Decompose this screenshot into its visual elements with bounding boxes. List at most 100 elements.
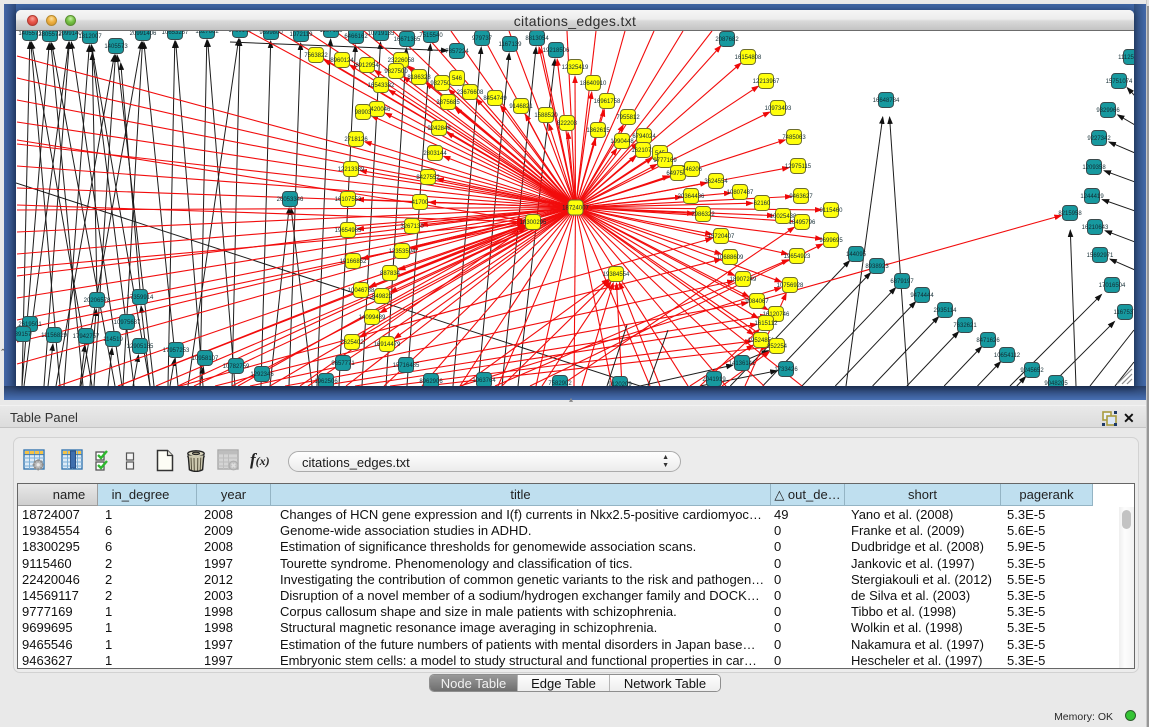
svg-text:144095: 144095 bbox=[846, 252, 867, 258]
svg-text:10782759: 10782759 bbox=[223, 364, 250, 370]
svg-text:19654923: 19654923 bbox=[784, 254, 811, 260]
svg-text:1615112: 1615112 bbox=[755, 321, 779, 327]
svg-text:3624554: 3624554 bbox=[704, 179, 728, 185]
svg-text:62160: 62160 bbox=[754, 201, 771, 207]
svg-text:16210643: 16210643 bbox=[1082, 225, 1109, 231]
svg-text:9245652: 9245652 bbox=[1020, 368, 1044, 374]
svg-text:9115460: 9115460 bbox=[820, 208, 844, 214]
svg-text:10719135: 10719135 bbox=[368, 31, 395, 37]
svg-text:10654112: 10654112 bbox=[994, 353, 1021, 359]
svg-text:16648784: 16648784 bbox=[873, 98, 900, 104]
svg-text:1167537: 1167537 bbox=[1114, 310, 1134, 316]
svg-text:12905185: 12905185 bbox=[127, 344, 154, 350]
svg-text:12353594: 12353594 bbox=[389, 249, 416, 255]
svg-text:11156829: 11156829 bbox=[41, 333, 67, 339]
svg-text:8912954: 8912954 bbox=[355, 63, 379, 69]
svg-text:20364436: 20364436 bbox=[678, 194, 705, 200]
svg-text:849822: 849822 bbox=[372, 294, 393, 300]
svg-text:9657771: 9657771 bbox=[331, 361, 355, 367]
svg-text:1812007: 1812007 bbox=[78, 34, 102, 40]
svg-text:9048205: 9048205 bbox=[1044, 381, 1068, 386]
svg-text:7485063: 7485063 bbox=[782, 135, 806, 141]
svg-text:1621072: 1621072 bbox=[631, 148, 655, 154]
svg-text:7857224: 7857224 bbox=[445, 49, 469, 55]
svg-text:9599800: 9599800 bbox=[259, 31, 283, 36]
svg-text:10046788: 10046788 bbox=[348, 288, 375, 294]
svg-text:9463627: 9463627 bbox=[789, 194, 813, 200]
svg-text:1063764: 1063764 bbox=[472, 378, 496, 384]
svg-text:15716485: 15716485 bbox=[393, 363, 420, 369]
svg-text:8215958: 8215958 bbox=[1058, 211, 1082, 217]
svg-text:6879197: 6879197 bbox=[890, 279, 914, 285]
svg-text:10653267: 10653267 bbox=[162, 31, 189, 36]
svg-text:16671365: 16671365 bbox=[394, 37, 421, 43]
svg-text:14136141: 14136141 bbox=[729, 361, 756, 367]
svg-text:18907249: 18907249 bbox=[730, 277, 757, 283]
svg-text:7632621: 7632621 bbox=[953, 323, 977, 329]
svg-text:1733426: 1733426 bbox=[774, 367, 798, 373]
svg-text:546: 546 bbox=[452, 76, 463, 82]
svg-text:12213389: 12213389 bbox=[338, 167, 365, 173]
svg-text:3875685: 3875685 bbox=[436, 100, 460, 106]
svg-text:16914479: 16914479 bbox=[374, 342, 401, 348]
svg-text:8427552: 8427552 bbox=[416, 175, 440, 181]
svg-text:979737: 979737 bbox=[472, 36, 493, 42]
svg-text:19166852: 19166852 bbox=[340, 259, 367, 265]
svg-text:114519: 114519 bbox=[103, 337, 123, 343]
svg-text:1167139: 1167139 bbox=[499, 42, 523, 48]
svg-text:10958107: 10958107 bbox=[192, 356, 219, 362]
svg-text:1292346: 1292346 bbox=[250, 372, 274, 378]
svg-text:1244419: 1244419 bbox=[1080, 194, 1104, 200]
svg-text:15751074: 15751074 bbox=[1106, 79, 1133, 85]
svg-text:1405573: 1405573 bbox=[104, 44, 128, 50]
svg-text:12325419: 12325419 bbox=[562, 65, 589, 71]
svg-text:9699695: 9699695 bbox=[819, 238, 843, 244]
svg-text:2087682: 2087682 bbox=[715, 37, 739, 43]
svg-text:746206: 746206 bbox=[682, 167, 703, 173]
svg-text:1167138: 1167138 bbox=[320, 31, 344, 34]
svg-text:14099489: 14099489 bbox=[359, 315, 386, 321]
svg-text:10973493: 10973493 bbox=[765, 106, 792, 112]
svg-text:2935114: 2935114 bbox=[934, 308, 958, 314]
svg-text:16961758: 16961758 bbox=[594, 99, 621, 105]
svg-text:1072119: 1072119 bbox=[290, 32, 314, 38]
svg-text:20206578: 20206578 bbox=[84, 298, 111, 304]
svg-text:15720407: 15720407 bbox=[708, 234, 735, 240]
svg-text:3267130: 3267130 bbox=[400, 224, 424, 230]
svg-text:2041919: 2041919 bbox=[702, 377, 726, 383]
svg-text:19218506: 19218506 bbox=[543, 48, 570, 54]
svg-text:7955812: 7955812 bbox=[616, 115, 640, 121]
svg-text:822203: 822203 bbox=[557, 121, 578, 127]
svg-text:887834: 887834 bbox=[380, 271, 401, 277]
svg-text:15692971: 15692971 bbox=[1087, 253, 1114, 259]
svg-text:1962506: 1962506 bbox=[314, 379, 338, 385]
svg-text:7582902: 7582902 bbox=[548, 381, 572, 386]
svg-text:10688609: 10688609 bbox=[717, 255, 744, 261]
svg-text:1527602: 1527602 bbox=[195, 31, 219, 35]
svg-text:2718126: 2718126 bbox=[344, 137, 368, 143]
svg-text:9242848: 9242848 bbox=[427, 126, 451, 132]
svg-text:2803144: 2803144 bbox=[423, 151, 447, 157]
svg-text:41700: 41700 bbox=[412, 200, 429, 206]
svg-text:9146821: 9146821 bbox=[509, 104, 533, 110]
svg-text:252254: 252254 bbox=[767, 344, 788, 350]
svg-text:9120209: 9120209 bbox=[608, 382, 632, 386]
svg-text:8454749: 8454749 bbox=[483, 96, 507, 102]
svg-text:12213967: 12213967 bbox=[753, 79, 780, 85]
svg-text:16543382: 16543382 bbox=[368, 83, 395, 89]
svg-text:18300295: 18300295 bbox=[520, 220, 547, 226]
svg-text:8938923: 8938923 bbox=[865, 264, 889, 270]
svg-text:6466162: 6466162 bbox=[344, 34, 368, 40]
svg-text:9329966: 9329966 bbox=[1096, 108, 1120, 114]
svg-text:8960124: 8960124 bbox=[330, 58, 354, 64]
svg-text:17942757: 17942757 bbox=[73, 334, 100, 340]
svg-text:6466160: 6466160 bbox=[228, 31, 252, 34]
svg-text:23676608: 23676608 bbox=[457, 90, 484, 96]
svg-text:9777169: 9777169 bbox=[653, 158, 677, 164]
svg-text:18640910: 18640910 bbox=[580, 81, 607, 87]
svg-text:11125401: 11125401 bbox=[1118, 55, 1134, 61]
svg-text:8186328: 8186328 bbox=[407, 75, 431, 81]
svg-text:9227342: 9227342 bbox=[1087, 136, 1111, 142]
svg-text:7986322: 7986322 bbox=[691, 212, 715, 218]
svg-text:1588520: 1588520 bbox=[534, 113, 558, 119]
